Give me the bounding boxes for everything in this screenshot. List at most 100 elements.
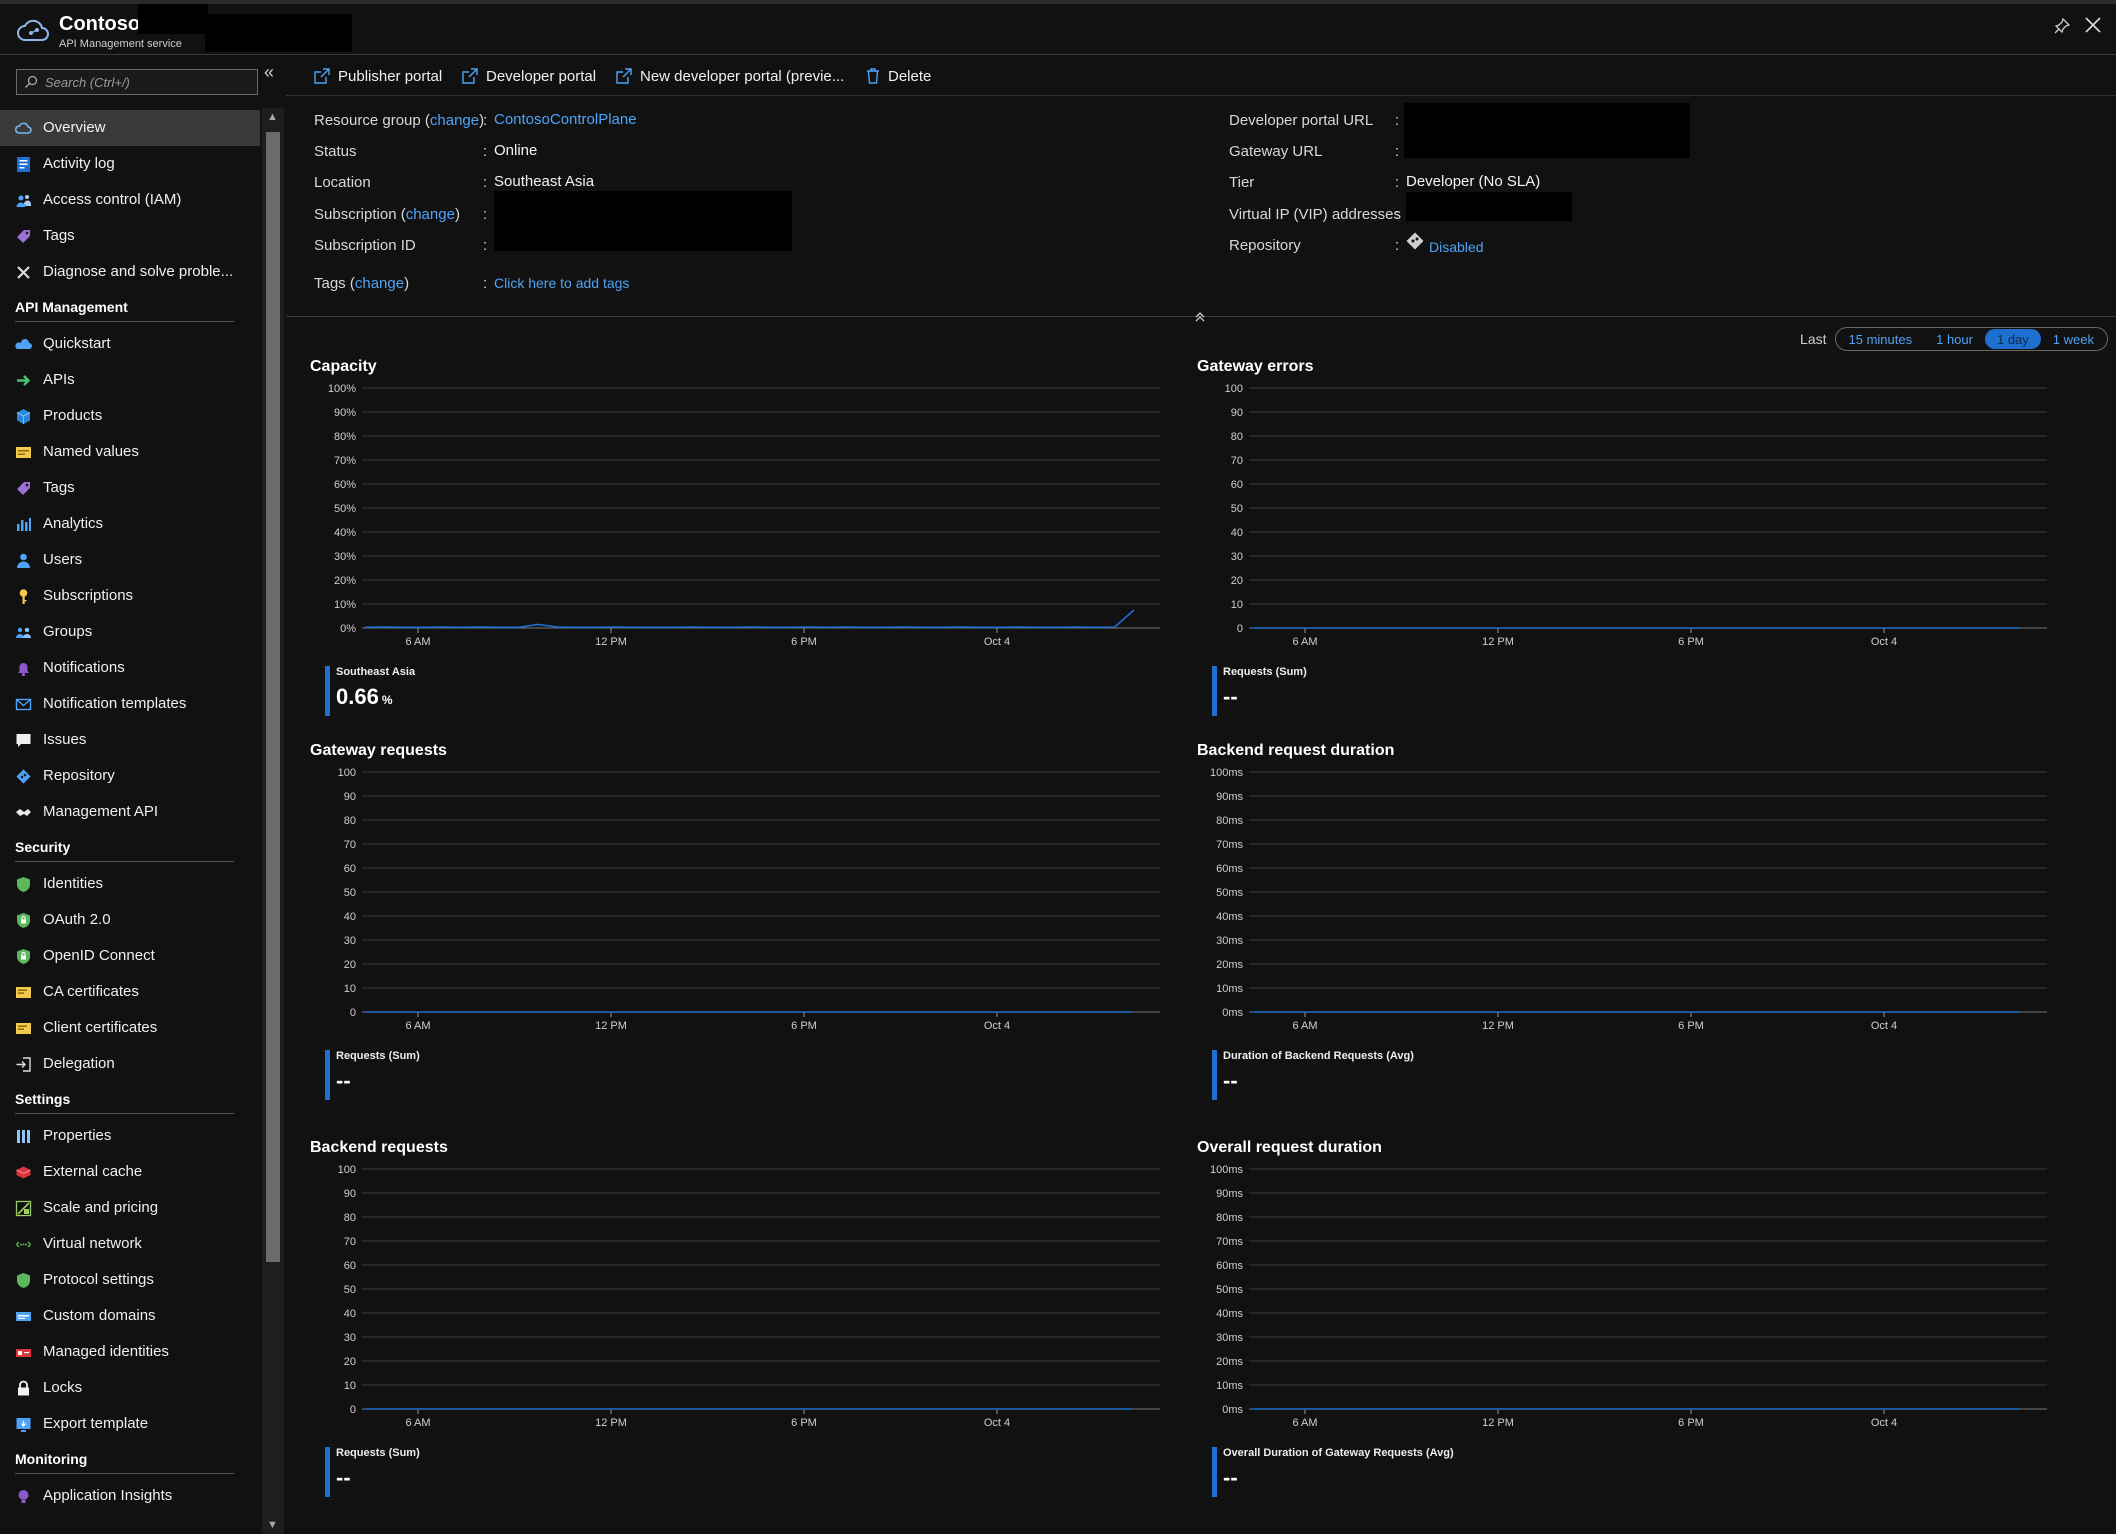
chart-overall-request-duration[interactable]: Overall request duration 0ms 10ms 20ms 30ms 4…	[1197, 1139, 2057, 1509]
chart-backend-requests[interactable]: Backend requests 0 10 20 30 40 50 60 70 80 90 100 6 …	[310, 1139, 1170, 1509]
chart-backend-request-duration[interactable]: Backend request duration 0ms 10ms 20ms 30ms 4…	[1197, 742, 2057, 1112]
developer-portal-url-label: Developer portal URL	[1229, 112, 1374, 129]
nav-item-groups[interactable]: Groups	[0, 614, 260, 650]
y-tick-label: 10	[1231, 599, 1243, 611]
x-tick-label: 6 PM	[791, 636, 817, 648]
nav-item-notification-templates[interactable]: Notification templates	[0, 686, 260, 722]
status-label: Status	[314, 143, 357, 160]
y-tick-label: 50%	[334, 503, 356, 515]
nav-item-issues[interactable]: Issues	[0, 722, 260, 758]
nav-item-delegation[interactable]: Delegation	[0, 1046, 260, 1082]
y-tick-label: 70ms	[1216, 839, 1243, 851]
nav-item-protocol-settings[interactable]: Protocol settings	[0, 1262, 260, 1298]
scroll-up-icon[interactable]: ▲	[267, 111, 278, 123]
y-tick-label: 20	[344, 1356, 356, 1368]
new-developer-portal-button[interactable]: New developer portal (previe...	[616, 64, 844, 88]
location-label: Location	[314, 174, 371, 191]
nav-item-application-insights[interactable]: Application Insights	[0, 1478, 260, 1514]
nav-list: Overview Activity log Access control (IAM)…	[0, 110, 260, 1514]
chart-plot: 0 10 20 30 40 50 60 70 80 90 100 6 AM 12 PM 6 PM Oct 4	[1225, 383, 2047, 648]
nav-item-virtual-network[interactable]: Virtual network	[0, 1226, 260, 1262]
nav-item-diagnose-and-solve-proble[interactable]: Diagnose and solve proble...	[0, 254, 260, 290]
nav-item-oauth-2-0[interactable]: OAuth 2.0	[0, 902, 260, 938]
tags-change-link[interactable]: change	[355, 275, 404, 292]
nav-item-label: Issues	[43, 731, 87, 748]
nav-item-repository[interactable]: Repository	[0, 758, 260, 794]
legend-color-bar	[325, 666, 330, 716]
nav-item-custom-domains[interactable]: Custom domains	[0, 1298, 260, 1334]
time-range-options: 15 minutes 1 hour 1 day 1 week	[1834, 327, 2108, 351]
y-tick-label: 40%	[334, 527, 356, 539]
nav-item-client-certificates[interactable]: Client certificates	[0, 1010, 260, 1046]
nav-item-openid-connect[interactable]: OpenID Connect	[0, 938, 260, 974]
nav-item-ca-certificates[interactable]: CA certificates	[0, 974, 260, 1010]
tier-value: Developer (No SLA)	[1406, 173, 1541, 190]
y-tick-label: 40	[344, 1308, 356, 1320]
time-range-option[interactable]: 1 hour	[1924, 329, 1985, 349]
time-range-option[interactable]: 15 minutes	[1837, 329, 1925, 349]
chart-gateway-errors[interactable]: Gateway errors 0 10 20 30 40 50 60 70 80 90 100 6 AM…	[1197, 358, 2057, 728]
repository-link[interactable]: Disabled	[1429, 239, 1483, 255]
nav-item-locks[interactable]: Locks	[0, 1370, 260, 1406]
y-tick-label: 40	[1231, 527, 1243, 539]
resource-group-link[interactable]: ContosoControlPlane	[494, 111, 637, 128]
export-icon	[15, 1416, 32, 1433]
nav-item-access-control-iam[interactable]: Access control (IAM)	[0, 182, 260, 218]
nav-item-notifications[interactable]: Notifications	[0, 650, 260, 686]
nav-item-analytics[interactable]: Analytics	[0, 506, 260, 542]
sidebar-scrollbar[interactable]: ▲ ▼	[262, 108, 284, 1534]
shield-icon	[15, 876, 32, 893]
time-range-option[interactable]: 1 week	[2041, 329, 2106, 349]
collapse-menu-button[interactable]: «	[264, 62, 274, 83]
chart-capacity[interactable]: Capacity 0% 10% 20% 30% 40% 50% 60% 70% 80% 90% 100…	[310, 358, 1170, 728]
nav-item-named-values[interactable]: Named values	[0, 434, 260, 470]
delete-button[interactable]: Delete	[866, 64, 931, 88]
x-tick-label: 6 AM	[405, 1417, 430, 1429]
nav-item-activity-log[interactable]: Activity log	[0, 146, 260, 182]
nav-item-management-api[interactable]: Management API	[0, 794, 260, 830]
legend-value: 0.66%	[336, 684, 393, 709]
add-tags-link[interactable]: Click here to add tags	[494, 275, 629, 291]
redacted-subscription	[494, 191, 792, 251]
y-tick-label: 20	[344, 959, 356, 971]
nav-item-managed-identities[interactable]: Managed identities	[0, 1334, 260, 1370]
bell-icon	[15, 660, 32, 677]
nav-item-products[interactable]: Products	[0, 398, 260, 434]
nav-item-label: Activity log	[43, 155, 115, 172]
search-box[interactable]	[16, 69, 258, 95]
resource-group-change-link[interactable]: change	[430, 112, 479, 129]
nav-item-properties[interactable]: Properties	[0, 1118, 260, 1154]
nav-item-label: Client certificates	[43, 1019, 158, 1036]
nav-item-quickstart[interactable]: Quickstart	[0, 326, 260, 362]
nav-item-overview[interactable]: Overview	[0, 110, 260, 146]
nav-item-identities[interactable]: Identities	[0, 866, 260, 902]
chart-gateway-requests[interactable]: Gateway requests 0 10 20 30 40 50 60 70 80 90 100 6 …	[310, 742, 1170, 1112]
time-range-option[interactable]: 1 day	[1984, 329, 2041, 349]
subscription-change-link[interactable]: change	[406, 206, 455, 223]
close-icon[interactable]	[2082, 14, 2104, 36]
nav-item-tags[interactable]: Tags	[0, 470, 260, 506]
nav-item-scale-and-pricing[interactable]: Scale and pricing	[0, 1190, 260, 1226]
nav-item-apis[interactable]: APIs	[0, 362, 260, 398]
nav-item-tags[interactable]: Tags	[0, 218, 260, 254]
nav-item-label: Subscriptions	[43, 587, 134, 604]
nav-item-subscriptions[interactable]: Subscriptions	[0, 578, 260, 614]
search-input[interactable]	[45, 73, 251, 91]
scrollbar-thumb[interactable]	[266, 132, 280, 1262]
developer-portal-button[interactable]: Developer portal	[462, 64, 596, 88]
chevron-double-up-icon[interactable]	[1193, 310, 1207, 324]
y-tick-label: 60%	[334, 479, 356, 491]
scroll-down-icon[interactable]: ▼	[267, 1519, 278, 1531]
nav-item-label: Management API	[43, 803, 159, 820]
pin-icon[interactable]	[2052, 16, 2072, 36]
y-tick-label: 10	[344, 1380, 356, 1392]
x-tick-label: 6 AM	[1292, 1417, 1317, 1429]
x-tick-label: 12 PM	[1482, 1020, 1514, 1032]
nav-item-export-template[interactable]: Export template	[0, 1406, 260, 1442]
subscription-id-label: Subscription ID	[314, 237, 416, 254]
nav-item-external-cache[interactable]: External cache	[0, 1154, 260, 1190]
y-tick-label: 30ms	[1216, 1332, 1243, 1344]
publisher-portal-button[interactable]: Publisher portal	[314, 64, 442, 88]
colon: :	[483, 174, 488, 191]
nav-item-users[interactable]: Users	[0, 542, 260, 578]
